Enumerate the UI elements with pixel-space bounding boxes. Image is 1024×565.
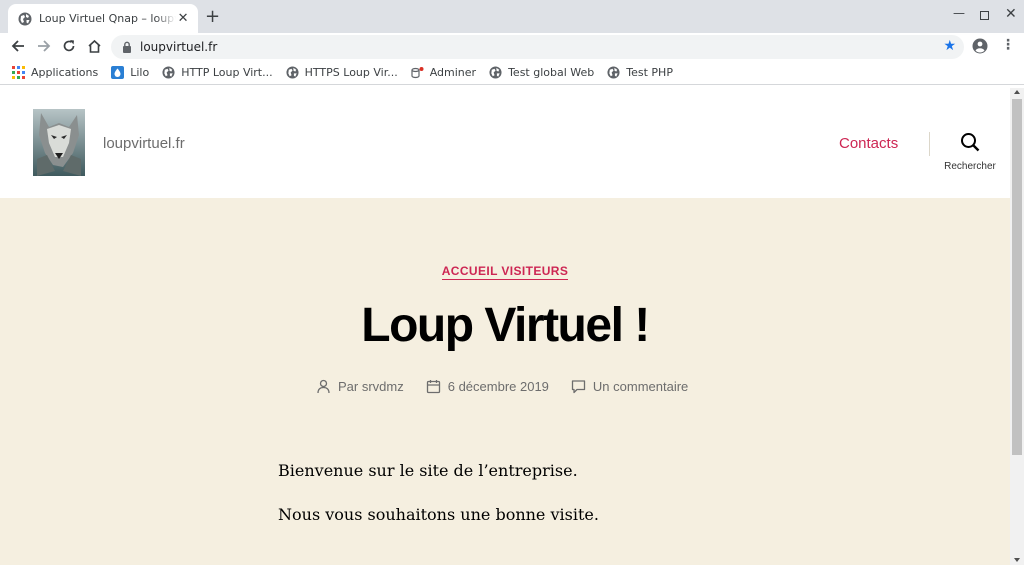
bookmarks-bar: Applications Lilo HTTP Loup Virt... HTTP… [0, 60, 1024, 85]
arrow-right-icon [38, 40, 51, 52]
new-tab-button[interactable]: + [205, 8, 220, 26]
search-icon [961, 133, 980, 152]
bookmark-https-loup-virtuel[interactable]: HTTPS Loup Vir... [286, 66, 398, 79]
post-comments[interactable]: Un commentaire [571, 379, 688, 394]
bookmark-http-loup-virtuel[interactable]: HTTP Loup Virt... [162, 65, 273, 79]
bookmark-lilo[interactable]: Lilo [111, 65, 150, 79]
globe-icon [162, 65, 175, 79]
close-window-icon[interactable]: ✕ [1005, 6, 1017, 22]
bookmark-label: HTTP Loup Virt... [181, 65, 273, 79]
search-toggle-button[interactable]: Rechercher [939, 132, 1001, 172]
forward-button[interactable] [36, 38, 52, 54]
arrow-left-icon [11, 40, 24, 52]
maximize-window-icon[interactable] [980, 11, 989, 20]
bookmark-label: Test global Web [508, 65, 595, 79]
site-logo[interactable] [33, 109, 85, 176]
bookmark-applications[interactable]: Applications [12, 65, 99, 79]
tab-title: Loup Virtuel Qnap – loupvirtuel.fr [39, 12, 176, 25]
post-category: ACCUEIL VISITEURS [0, 260, 1010, 280]
back-button[interactable] [10, 38, 26, 54]
reload-button[interactable] [61, 38, 77, 54]
post-comments-text: Un commentaire [592, 379, 689, 394]
post-date-text: 6 décembre 2019 [447, 379, 549, 394]
adminer-icon [411, 66, 424, 78]
user-icon [317, 379, 330, 394]
home-icon [87, 39, 101, 53]
bookmark-label: Test PHP [626, 65, 673, 79]
post-paragraph: Bienvenue sur le site de l’entreprise. [278, 461, 578, 480]
bookmark-label: Applications [31, 65, 99, 79]
post-title: Loup Virtuel ! [361, 299, 650, 352]
globe-icon [286, 65, 299, 79]
tab-close-icon[interactable]: ✕ [176, 11, 190, 26]
bookmark-label: Adminer [429, 65, 477, 79]
page-scrollbar[interactable] [1010, 88, 1024, 565]
bookmark-test-global-web[interactable]: Test global Web [489, 66, 594, 79]
profile-button[interactable] [972, 38, 988, 58]
globe-icon [18, 12, 32, 25]
minimize-window-icon[interactable]: — [953, 6, 965, 20]
bookmark-star-icon[interactable]: ★ [943, 38, 956, 54]
page-viewport: loupvirtuel.fr Contacts Rechercher ACCUE… [0, 88, 1010, 565]
apps-grid-icon [12, 65, 25, 79]
nav-link-contacts[interactable]: Contacts [839, 135, 898, 152]
site-header: loupvirtuel.fr Contacts Rechercher [0, 88, 1010, 198]
lilo-icon [111, 65, 125, 79]
calendar-icon [426, 380, 440, 394]
bookmark-label: HTTPS Loup Vir... [304, 65, 398, 79]
bookmark-adminer[interactable]: Adminer [411, 66, 476, 79]
comment-icon [571, 380, 586, 394]
scrollbar-thumb[interactable] [1012, 99, 1022, 455]
bookmark-test-php[interactable]: Test PHP [607, 66, 673, 79]
category-link[interactable]: ACCUEIL VISITEURS [441, 264, 569, 280]
scroll-up-arrow-icon[interactable] [1014, 90, 1020, 94]
post-content: Bienvenue sur le site de l’entreprise. N… [278, 461, 599, 549]
browser-toolbar: loupvirtuel.fr ★ ⋮ [0, 33, 1024, 60]
url-text: loupvirtuel.fr [140, 40, 218, 54]
post-author-text: Par srvdmz [338, 379, 404, 394]
globe-icon [607, 65, 620, 79]
search-label: Rechercher [944, 161, 996, 172]
globe-icon [489, 65, 502, 79]
post-header: ACCUEIL VISITEURS Loup Virtuel ! Par srv… [0, 198, 1010, 565]
wolf-logo-image [33, 109, 85, 176]
post-paragraph: Nous vous souhaitons une bonne visite. [278, 505, 599, 524]
scroll-down-arrow-icon[interactable] [1014, 558, 1020, 562]
home-button[interactable] [86, 38, 102, 54]
bookmark-label: Lilo [130, 65, 150, 79]
tab-strip: Loup Virtuel Qnap – loupvirtuel.fr ✕ + —… [0, 0, 1024, 33]
lock-icon [123, 41, 131, 53]
browser-menu-icon[interactable]: ⋮ [1001, 37, 1015, 53]
site-title[interactable]: loupvirtuel.fr [103, 135, 185, 152]
post-date[interactable]: 6 décembre 2019 [426, 379, 549, 394]
address-bar[interactable]: loupvirtuel.fr ★ [111, 35, 964, 59]
browser-tab-active[interactable]: Loup Virtuel Qnap – loupvirtuel.fr ✕ [8, 4, 198, 33]
post-meta: Par srvdmz 6 décembre 2019 Un commentair… [316, 379, 710, 394]
post-author[interactable]: Par srvdmz [316, 379, 404, 394]
header-divider [929, 132, 930, 156]
account-circle-icon [972, 38, 988, 54]
reload-icon [63, 40, 75, 52]
